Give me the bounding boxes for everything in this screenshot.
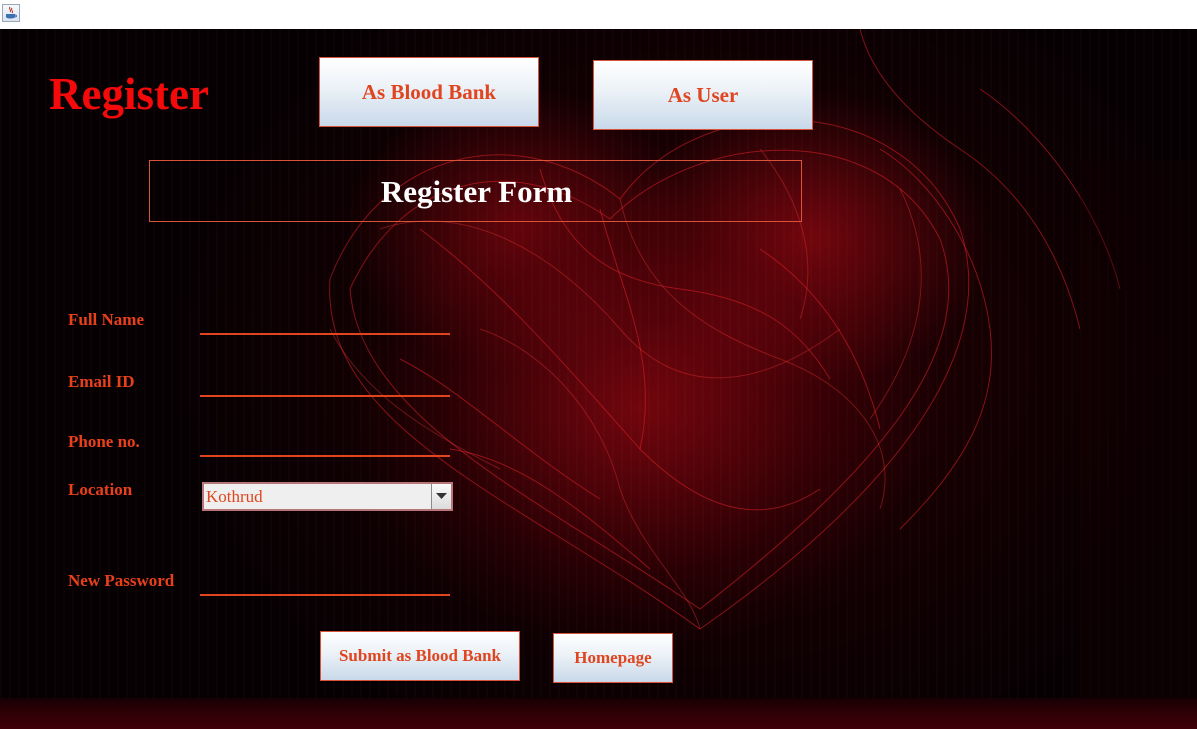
page-title: Register — [49, 69, 209, 119]
full-name-field[interactable] — [200, 309, 450, 335]
chevron-down-icon — [436, 493, 447, 499]
email-field[interactable] — [200, 371, 450, 397]
full-name-label: Full Name — [68, 310, 145, 329]
location-selected-value: Kothrud — [206, 487, 263, 506]
as-blood-bank-button[interactable]: As Blood Bank — [319, 57, 539, 127]
submit-as-blood-bank-button[interactable]: Submit as Blood Bank — [320, 631, 520, 681]
new-password-field[interactable] — [200, 570, 450, 596]
title-bar — [0, 0, 1197, 29]
background-heart-image: Register As Blood Bank As User Register … — [0, 29, 1197, 729]
bottom-strip — [0, 698, 1197, 729]
location-select[interactable]: Kothrud — [202, 482, 453, 511]
java-coffee-cup-icon[interactable] — [2, 4, 20, 22]
phone-field[interactable] — [200, 431, 450, 457]
email-label: Email ID — [68, 372, 135, 391]
form-title-box: Register Form — [149, 160, 802, 222]
homepage-button[interactable]: Homepage — [553, 633, 673, 683]
background-strip — [1080, 160, 1197, 698]
new-password-label: New Password — [68, 571, 175, 590]
form-title: Register Form — [380, 174, 573, 209]
location-label: Location — [68, 480, 133, 499]
as-user-button[interactable]: As User — [593, 60, 813, 130]
heart-veins-decoration — [329, 29, 1121, 630]
phone-label: Phone no. — [68, 432, 140, 451]
dropdown-arrow-button[interactable] — [431, 484, 451, 509]
app-window: Register As Blood Bank As User Register … — [0, 0, 1197, 729]
